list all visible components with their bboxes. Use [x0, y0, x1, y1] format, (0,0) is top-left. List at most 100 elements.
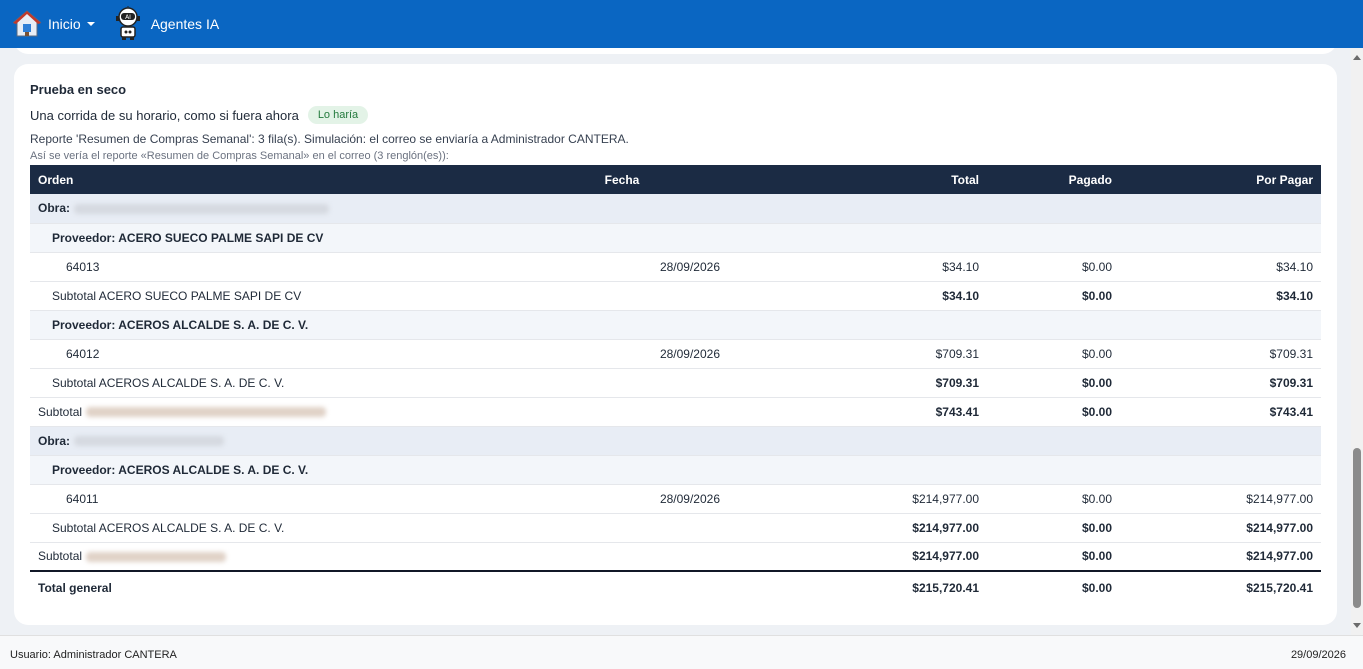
proveedor-group-row: Proveedor: ACEROS ALCALDE S. A. DE C. V. [30, 310, 1321, 340]
pagado-cell: $0.00 [987, 339, 1120, 369]
robot-icon: AI [113, 5, 143, 43]
pagado-cell: $0.00 [987, 252, 1120, 282]
scrollbar-thumb[interactable] [1353, 448, 1361, 608]
dry-run-card: Prueba en seco Una corrida de su horario… [14, 64, 1337, 625]
grand-total-label: Total general [30, 570, 516, 603]
proveedor-cell: Proveedor: ACEROS ALCALDE S. A. DE C. V. [30, 310, 1321, 340]
vertical-scrollbar[interactable] [1351, 48, 1363, 635]
obra-label: Obra: [38, 433, 71, 448]
subtotal-obra-row: Subtotal $743.41 $0.00 $743.41 [30, 397, 1321, 427]
empty-cell [516, 513, 728, 543]
pagado-cell: $0.00 [987, 368, 1120, 398]
subtitle-row: Una corrida de su horario, como si fuera… [30, 106, 369, 124]
por-pagar-cell: $214,977.00 [1120, 513, 1321, 543]
nav-home-menu[interactable]: Inicio [12, 8, 95, 41]
footer-user: Usuario: Administrador CANTERA [10, 649, 177, 661]
grand-pagado-cell: $0.00 [987, 570, 1120, 603]
por-pagar-cell: $709.31 [1120, 368, 1321, 398]
previous-card-edge [14, 48, 1337, 54]
proveedor-group-row: Proveedor: ACERO SUECO PALME SAPI DE CV [30, 223, 1321, 253]
header-fecha: Fecha [516, 165, 728, 194]
nav-agents-label: Agentes IA [150, 16, 220, 32]
proveedor-group-row: Proveedor: ACEROS ALCALDE S. A. DE C. V. [30, 455, 1321, 485]
empty-cell [516, 281, 728, 311]
pagado-cell: $0.00 [987, 397, 1120, 427]
total-cell: $214,977.00 [728, 513, 987, 543]
subtotal-label-cell: Subtotal ACEROS ALCALDE S. A. DE C. V. [30, 513, 516, 543]
orden-cell: 64011 [30, 484, 516, 514]
redacted-obra-name [86, 407, 327, 418]
subtotal-obra-cell: Subtotal [30, 542, 516, 572]
obra-group-row: Obra: [30, 194, 1321, 224]
obra-cell: Obra: [30, 426, 1321, 456]
total-cell: $34.10 [728, 281, 987, 311]
empty-cell [516, 397, 728, 427]
por-pagar-cell: $743.41 [1120, 397, 1321, 427]
redacted-obra-name [74, 204, 330, 215]
empty-cell [516, 570, 728, 603]
subtotal-label: Subtotal [38, 549, 83, 564]
por-pagar-cell: $214,977.00 [1120, 542, 1321, 572]
proveedor-cell: Proveedor: ACEROS ALCALDE S. A. DE C. V. [30, 455, 1321, 485]
fecha-cell: 28/09/2026 [516, 484, 728, 514]
total-cell: $743.41 [728, 397, 987, 427]
total-cell: $709.31 [728, 339, 987, 369]
report-table: Orden Fecha Total Pagado Por Pagar Obra:… [30, 165, 1321, 603]
nav-home-label: Inicio [48, 16, 81, 32]
card-title: Prueba en seco [30, 82, 127, 97]
total-cell: $214,977.00 [728, 484, 987, 514]
grand-por-pagar-cell: $215,720.41 [1120, 570, 1321, 603]
total-cell: $34.10 [728, 252, 987, 282]
redacted-obra-name [74, 436, 225, 447]
table-header-row: Orden Fecha Total Pagado Por Pagar [30, 165, 1321, 194]
por-pagar-cell: $214,977.00 [1120, 484, 1321, 514]
subtotal-label-cell: Subtotal ACEROS ALCALDE S. A. DE C. V. [30, 368, 516, 398]
subtotal-proveedor-row: Subtotal ACEROS ALCALDE S. A. DE C. V. $… [30, 368, 1321, 398]
por-pagar-cell: $709.31 [1120, 339, 1321, 369]
total-cell: $709.31 [728, 368, 987, 398]
status-badge: Lo haría [307, 106, 369, 124]
table-row: 64013 28/09/2026 $34.10 $0.00 $34.10 [30, 252, 1321, 282]
header-orden: Orden [30, 165, 516, 194]
empty-cell [516, 368, 728, 398]
obra-label: Obra: [38, 201, 71, 216]
card-subtitle: Una corrida de su horario, como si fuera… [30, 107, 299, 123]
pagado-cell: $0.00 [987, 542, 1120, 572]
subtotal-proveedor-row: Subtotal ACEROS ALCALDE S. A. DE C. V. $… [30, 513, 1321, 543]
redacted-obra-name [86, 552, 227, 563]
pagado-cell: $0.00 [987, 484, 1120, 514]
nav-agents-ia[interactable]: AI Agentes IA [113, 5, 220, 43]
obra-cell: Obra: [30, 194, 1321, 224]
top-navbar: Inicio AI Agentes IA [0, 0, 1363, 48]
fecha-cell: 28/09/2026 [516, 339, 728, 369]
table-row: 64012 28/09/2026 $709.31 $0.00 $709.31 [30, 339, 1321, 369]
scroll-down-arrow-icon[interactable] [1353, 623, 1361, 628]
house-icon [12, 8, 42, 41]
chevron-down-icon [86, 22, 95, 26]
grand-total-cell: $215,720.41 [728, 570, 987, 603]
subtotal-label-cell: Subtotal ACERO SUECO PALME SAPI DE CV [30, 281, 516, 311]
table-row: 64011 28/09/2026 $214,977.00 $0.00 $214,… [30, 484, 1321, 514]
orden-cell: 64013 [30, 252, 516, 282]
status-footer: Usuario: Administrador CANTERA 29/09/202… [0, 635, 1363, 669]
preview-caption: Así se vería el reporte «Resumen de Comp… [30, 150, 449, 162]
scroll-up-arrow-icon[interactable] [1353, 55, 1361, 60]
grand-total-row: Total general $215,720.41 $0.00 $215,720… [30, 570, 1321, 603]
por-pagar-cell: $34.10 [1120, 252, 1321, 282]
orden-cell: 64012 [30, 339, 516, 369]
empty-cell [516, 542, 728, 572]
por-pagar-cell: $34.10 [1120, 281, 1321, 311]
pagado-cell: $0.00 [987, 513, 1120, 543]
main-content: Prueba en seco Una corrida de su horario… [0, 48, 1351, 635]
subtotal-label: Subtotal [38, 404, 83, 419]
proveedor-cell: Proveedor: ACERO SUECO PALME SAPI DE CV [30, 223, 1321, 253]
header-pagado: Pagado [987, 165, 1120, 194]
footer-date: 29/09/2026 [1290, 649, 1346, 661]
subtotal-obra-row: Subtotal $214,977.00 $0.00 $214,977.00 [30, 542, 1321, 572]
obra-group-row: Obra: [30, 426, 1321, 456]
pagado-cell: $0.00 [987, 281, 1120, 311]
svg-text:AI: AI [125, 14, 131, 21]
header-total: Total [728, 165, 987, 194]
subtotal-obra-cell: Subtotal [30, 397, 516, 427]
report-info: Reporte 'Resumen de Compras Semanal': 3 … [30, 132, 629, 146]
